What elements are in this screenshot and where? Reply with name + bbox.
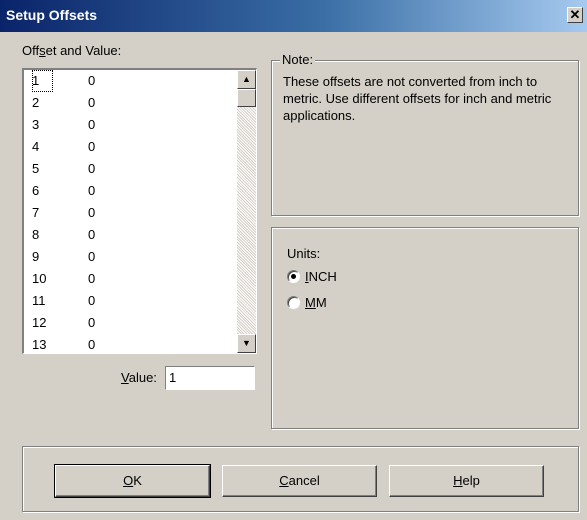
scroll-down-button[interactable]: ▼	[237, 334, 256, 353]
offset-value: 0	[88, 73, 96, 88]
offset-number: 6	[32, 183, 40, 198]
offset-value: 0	[88, 161, 96, 176]
offset-value: 0	[88, 183, 96, 198]
offset-list-item[interactable]: 12 0	[26, 312, 231, 334]
offset-value: 0	[88, 117, 96, 132]
offset-value: 0	[88, 95, 96, 110]
value-input[interactable]	[169, 370, 249, 385]
offset-number: 8	[32, 227, 40, 242]
offset-value: 0	[88, 205, 96, 220]
radio-mm-indicator[interactable]	[287, 296, 300, 309]
offset-number: 1	[32, 70, 54, 92]
offset-number: 10	[32, 271, 47, 286]
offset-list-item[interactable]: 90	[26, 246, 231, 268]
radio-mm-label: MM	[305, 295, 327, 310]
ok-button[interactable]: OK	[54, 464, 211, 498]
offset-number: 13	[32, 337, 47, 352]
scroll-up-icon: ▲	[242, 74, 251, 84]
scroll-up-button[interactable]: ▲	[237, 70, 256, 89]
offset-value: 0	[88, 249, 96, 264]
offset-number: 2	[32, 95, 40, 110]
offset-list-label: Offset and Value:	[22, 43, 122, 58]
scroll-thumb[interactable]	[237, 89, 256, 107]
offset-list-item[interactable]: 20	[26, 92, 231, 114]
offset-number: 3	[32, 117, 40, 132]
offset-list-item[interactable]: 10	[26, 70, 231, 92]
window-title: Setup Offsets	[6, 7, 98, 23]
offset-number: 12	[32, 315, 47, 330]
offset-number: 7	[32, 205, 40, 220]
radio-inch-label: INCH	[305, 269, 337, 284]
radio-inch-indicator[interactable]	[287, 270, 300, 283]
offset-list-scrollbar[interactable]: ▲ ▼	[237, 70, 256, 353]
offset-list-item[interactable]: 13 0	[26, 334, 231, 353]
offset-list-item[interactable]: 11 0	[26, 290, 231, 312]
scroll-down-icon: ▼	[242, 338, 251, 348]
offset-number: 5	[32, 161, 40, 176]
help-button[interactable]: Help	[389, 465, 544, 497]
offset-value: 0	[88, 271, 96, 286]
offset-list-item[interactable]: 70	[26, 202, 231, 224]
offset-rows: 1 0 2 0 3 0 4 0 5 0 6 0 7 0 8 0 9 0 10 0 11 0 12 0 13 0	[26, 70, 231, 353]
title-bar: Setup Offsets ✕	[0, 0, 587, 32]
offset-list-item[interactable]: 60	[26, 180, 231, 202]
units-label: Units:	[287, 246, 321, 261]
offset-value: 0	[88, 315, 96, 330]
offset-number: 4	[32, 139, 40, 154]
offset-value: 0	[88, 227, 96, 242]
offset-number: 9	[32, 249, 40, 264]
offset-number: 11	[32, 293, 46, 308]
close-button[interactable]: ✕	[567, 7, 583, 23]
value-label: Value:	[121, 370, 157, 385]
cancel-button[interactable]: Cancel	[222, 465, 377, 497]
offset-list-item[interactable]: 30	[26, 114, 231, 136]
value-field[interactable]	[165, 366, 255, 390]
offset-list-item[interactable]: 50	[26, 158, 231, 180]
note-legend: Note:	[280, 52, 316, 67]
offset-value: 0	[88, 139, 96, 154]
radio-selected-dot	[291, 274, 296, 279]
offset-list-item[interactable]: 80	[26, 224, 231, 246]
offset-list-item[interactable]: 40	[26, 136, 231, 158]
offset-value: 0	[88, 293, 96, 308]
close-icon: ✕	[569, 7, 581, 22]
offset-list[interactable]: 1 0 2 0 3 0 4 0 5 0 6 0 7 0 8 0 9 0 10 0 11 0 12 0 13 0 ▲ ▼	[22, 68, 257, 354]
note-text: These offsets are not converted from inc…	[283, 74, 552, 123]
offset-value: 0	[88, 337, 96, 352]
offset-list-item[interactable]: 10 0	[26, 268, 231, 290]
